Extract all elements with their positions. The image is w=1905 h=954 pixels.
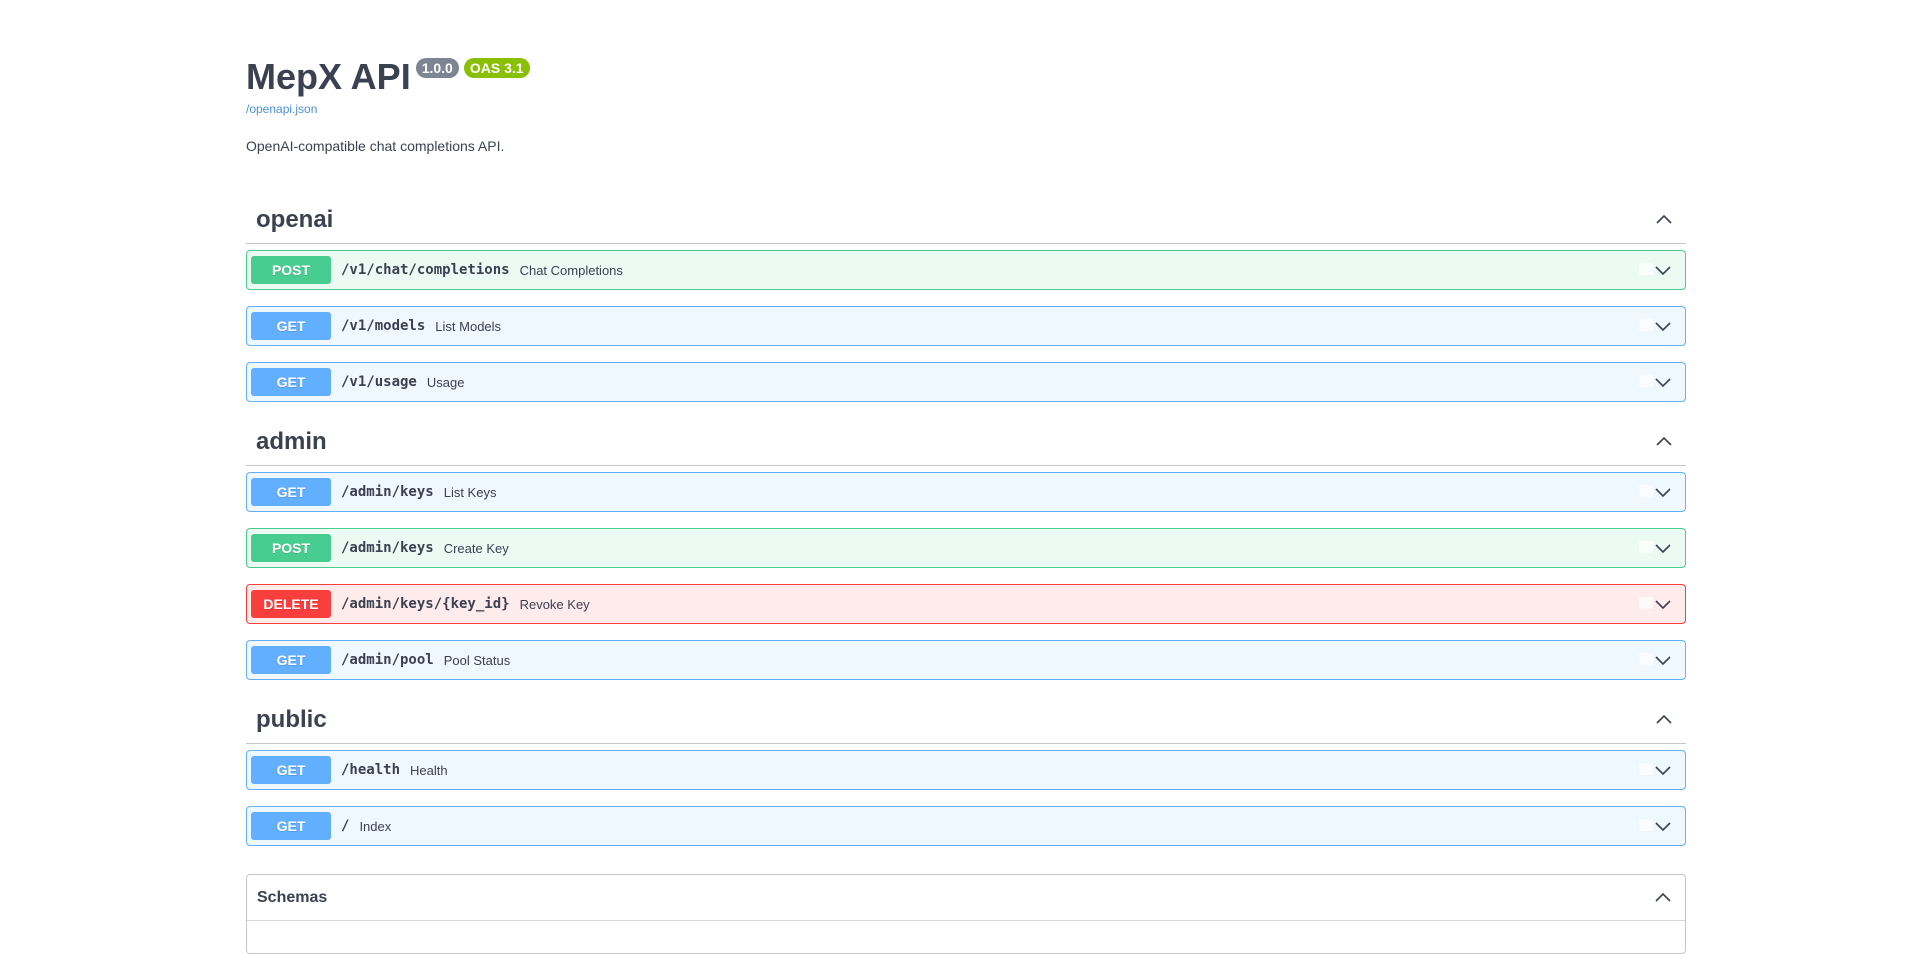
operation-get[interactable]: GET/health Health — [246, 750, 1686, 790]
operation-summary: Usage — [426, 374, 465, 390]
operation-post[interactable]: POST/v1/chat/completions Chat Completions — [246, 250, 1686, 290]
schemas-header[interactable]: Schemas — [247, 875, 1685, 921]
tags-container: openai POST/v1/chat/completions Chat Compl… — [246, 196, 1686, 846]
api-title: MepX API — [246, 56, 411, 97]
operation-summary: Pool Status — [443, 652, 511, 668]
operation-post[interactable]: POST/admin/keys Create Key — [246, 528, 1686, 568]
operation-get[interactable]: GET/v1/usage Usage — [246, 362, 1686, 402]
schemas-title: Schemas — [257, 888, 328, 906]
chevron-down-icon[interactable] — [1639, 259, 1675, 281]
operation-path: /health — [341, 762, 401, 778]
operation-delete[interactable]: DELETE/admin/keys/{key_id} Revoke Key — [246, 584, 1686, 624]
operation-path: /admin/keys — [341, 484, 434, 500]
operation-get[interactable]: GET/v1/models List Models — [246, 306, 1686, 346]
operation-path: /v1/usage — [341, 374, 417, 390]
lock-icon-placeholder — [1639, 819, 1653, 831]
lock-icon-placeholder — [1639, 653, 1653, 665]
tag-name: openai — [256, 205, 334, 233]
operation-summary: Health — [410, 762, 448, 778]
tag-section-public: public GET/health Health GET / Index — [246, 696, 1686, 846]
operation-get[interactable]: GET/admin/keys List Keys — [246, 472, 1686, 512]
tag-section-admin: admin GET/admin/keys List Keys POST/admin/k… — [246, 418, 1686, 680]
operation-path: /admin/keys — [341, 540, 434, 556]
tag-header-admin[interactable]: admin — [246, 418, 1686, 466]
chevron-down-icon[interactable] — [1639, 759, 1675, 781]
chevron-up-icon[interactable] — [1652, 208, 1676, 232]
tag-name: admin — [256, 427, 327, 455]
operation-summary: List Keys — [443, 484, 497, 500]
schemas-section: Schemas — [246, 874, 1686, 954]
chevron-up-icon[interactable] — [1652, 430, 1676, 454]
lock-icon-placeholder — [1639, 763, 1653, 775]
method-badge: POST — [251, 256, 331, 284]
chevron-down-icon[interactable] — [1639, 649, 1675, 671]
title-row: MepX API 1.0.0 OAS 3.1 — [246, 56, 1686, 100]
chevron-down-icon[interactable] — [1639, 481, 1675, 503]
chevron-down-icon[interactable] — [1639, 315, 1675, 337]
swagger-ui-container: MepX API 1.0.0 OAS 3.1 /openapi.json Ope… — [246, 0, 1686, 954]
operation-path: /admin/pool — [341, 652, 434, 668]
version-badge: 1.0.0 — [415, 58, 459, 78]
lock-icon-placeholder — [1639, 541, 1653, 553]
method-badge: GET — [251, 756, 331, 784]
tag-header-openai[interactable]: openai — [246, 196, 1686, 244]
chevron-down-icon[interactable] — [1639, 537, 1675, 559]
tag-header-public[interactable]: public — [246, 696, 1686, 744]
chevron-down-icon[interactable] — [1639, 593, 1675, 615]
method-badge: GET — [251, 368, 331, 396]
chevron-up-icon[interactable] — [1651, 886, 1675, 910]
tag-section-openai: openai POST/v1/chat/completions Chat Compl… — [246, 196, 1686, 402]
operation-path: /v1/models — [341, 318, 426, 334]
method-badge: GET — [251, 812, 331, 840]
chevron-down-icon[interactable] — [1639, 815, 1675, 837]
operation-path: /admin/keys/{key_id} — [341, 596, 510, 612]
chevron-up-icon[interactable] — [1652, 708, 1676, 732]
operation-summary: Index — [359, 818, 392, 834]
api-description: OpenAI-compatible chat completions API. — [246, 138, 505, 154]
lock-icon-placeholder — [1639, 263, 1653, 275]
operation-path: /v1/chat/completions — [341, 262, 510, 278]
api-info: MepX API 1.0.0 OAS 3.1 /openapi.json Ope… — [246, 0, 1686, 154]
method-badge: GET — [251, 478, 331, 506]
lock-icon-placeholder — [1639, 375, 1653, 387]
openapi-json-link[interactable]: /openapi.json — [246, 102, 1686, 116]
operation-summary: Revoke Key — [519, 596, 590, 612]
lock-icon-placeholder — [1639, 597, 1653, 609]
lock-icon-placeholder — [1639, 319, 1653, 331]
oas-badge: OAS 3.1 — [463, 58, 530, 78]
operation-get[interactable]: GET / Index — [246, 806, 1686, 846]
method-badge: DELETE — [251, 590, 331, 618]
operation-summary: Create Key — [443, 540, 509, 556]
chevron-down-icon[interactable] — [1639, 371, 1675, 393]
operation-path: / — [341, 818, 350, 834]
operation-summary: List Models — [435, 318, 502, 334]
lock-icon-placeholder — [1639, 485, 1653, 497]
tag-name: public — [256, 705, 327, 733]
method-badge: GET — [251, 312, 331, 340]
method-badge: POST — [251, 534, 331, 562]
operation-summary: Chat Completions — [519, 262, 623, 278]
method-badge: GET — [251, 646, 331, 674]
operation-get[interactable]: GET/admin/pool Pool Status — [246, 640, 1686, 680]
